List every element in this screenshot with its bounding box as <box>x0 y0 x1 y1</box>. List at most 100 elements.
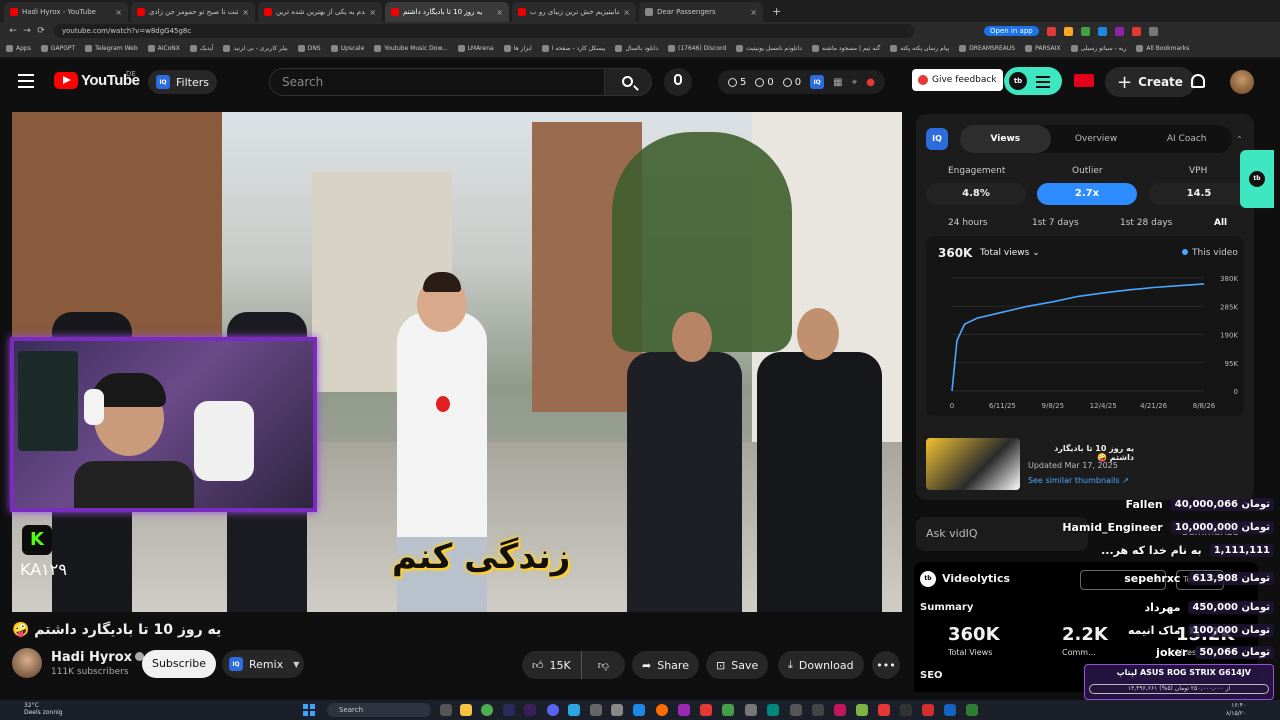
bookmark-item[interactable]: PARSAIX <box>1025 45 1061 52</box>
close-tab-icon[interactable]: × <box>623 8 630 17</box>
channel-name[interactable]: Hadi Hyrox <box>51 650 145 665</box>
browser-tab[interactable]: برای مانیتیزیم خش ترین زیبای رو ب× <box>512 2 636 22</box>
app-icon[interactable] <box>700 704 712 716</box>
app-icon[interactable] <box>944 704 956 716</box>
vidiq-quick-stats[interactable]: 5 0 0 IQ ▦ ⌖ ● <box>718 70 885 94</box>
dislike-button[interactable]: 👎︎ <box>588 651 619 679</box>
url-field[interactable]: youtube.com/watch?v=w8dgG45g8c <box>54 24 914 38</box>
save-button[interactable]: ⊡ Save <box>706 651 769 679</box>
range-24h[interactable]: 24 hours <box>948 218 988 228</box>
telegram-icon[interactable] <box>568 704 580 716</box>
close-tab-icon[interactable]: × <box>369 8 376 17</box>
bookmark-item[interactable]: بیسکل کارد - صفحه ا <box>541 45 605 52</box>
bookmark-item[interactable]: GAPGPT <box>40 45 75 52</box>
app-icon[interactable] <box>812 704 824 716</box>
tab-ai-coach[interactable]: AI Coach <box>1141 125 1232 153</box>
tab-overview[interactable]: Overview <box>1051 125 1142 153</box>
new-tab-button[interactable]: + <box>766 5 787 22</box>
hamburger-menu-icon[interactable] <box>18 74 34 88</box>
voice-search-button[interactable] <box>664 68 692 96</box>
more-actions-button[interactable]: ••• <box>872 651 900 679</box>
grid-icon[interactable]: ▦ <box>833 77 842 88</box>
share-button[interactable]: ➦ Share <box>632 651 699 679</box>
system-clock[interactable]: ۱۶:۴۰ ۸/۱۵/۲۰ <box>1226 702 1246 718</box>
range-28d[interactable]: 1st 28 days <box>1120 218 1172 228</box>
bookmark-item[interactable]: Youtube Music Dow... <box>374 45 448 52</box>
app-icon[interactable] <box>678 704 690 716</box>
bookmark-item[interactable]: LMArena <box>457 45 494 52</box>
file-explorer-icon[interactable] <box>460 704 472 716</box>
app-icon[interactable] <box>633 704 645 716</box>
after-effects-icon[interactable] <box>524 704 536 716</box>
bookmark-item[interactable]: دانلودم نامسل یونیتیت <box>736 45 802 52</box>
outlier-value[interactable]: 2.7x <box>1037 183 1137 205</box>
close-tab-icon[interactable]: × <box>115 8 122 17</box>
vidiq-filters-button[interactable]: IQ Filters <box>148 70 217 94</box>
bookmark-item[interactable]: بیلر کاربری - بی لرنید <box>223 45 288 52</box>
bookmark-item[interactable]: گنه تیم | مسجود ماشنه <box>811 45 880 52</box>
profile-icon[interactable] <box>1148 26 1158 36</box>
reload-icon[interactable]: ⟳ <box>34 26 48 36</box>
back-icon[interactable]: ← <box>6 26 20 36</box>
extension-icon[interactable] <box>1046 26 1056 36</box>
bookmark-item[interactable]: پیام رسان پکته پکته <box>890 45 949 52</box>
app-icon[interactable] <box>900 704 912 716</box>
open-in-app-button[interactable]: Open in app <box>984 26 1039 36</box>
download-button[interactable]: ⤓ Download <box>778 651 864 679</box>
extension-icon[interactable] <box>1080 26 1090 36</box>
firefox-icon[interactable] <box>656 704 668 716</box>
bookmark-item[interactable]: Telegram Web <box>85 45 138 52</box>
range-7d[interactable]: 1st 7 days <box>1032 218 1079 228</box>
chevron-up-icon[interactable]: ⌃ <box>1236 135 1243 144</box>
chrome-icon[interactable] <box>481 704 493 716</box>
all-bookmarks[interactable]: All Bookmarks <box>1136 45 1189 52</box>
browser-tab[interactable]: Dear Passengers × <box>639 2 763 22</box>
app-icon[interactable] <box>966 704 978 716</box>
engagement-value[interactable]: 4.8% <box>926 183 1026 205</box>
app-icon[interactable] <box>590 704 602 716</box>
windows-start-icon[interactable] <box>303 704 315 716</box>
extension-icon[interactable] <box>1063 26 1073 36</box>
forward-icon[interactable]: → <box>20 26 34 36</box>
tab-views[interactable]: Views <box>960 125 1051 153</box>
alert-icon[interactable]: ● <box>866 77 875 88</box>
create-button[interactable]: + Create <box>1105 67 1195 97</box>
range-all[interactable]: All <box>1214 218 1227 228</box>
close-tab-icon[interactable]: × <box>496 8 503 17</box>
app-icon[interactable] <box>611 704 623 716</box>
app-icon[interactable] <box>767 704 779 716</box>
like-button[interactable]: 👍︎ 15K <box>522 651 582 679</box>
thumbnail-preview[interactable] <box>926 438 1020 490</box>
bookmark-item[interactable]: DREAMSREAUS <box>959 45 1015 52</box>
extension-icon[interactable] <box>1114 26 1124 36</box>
app-icon[interactable] <box>722 704 734 716</box>
bookmark-item[interactable]: (17646) Discord <box>668 45 726 52</box>
photoshop-icon[interactable] <box>503 704 515 716</box>
bookmark-item[interactable]: DNS <box>297 45 321 52</box>
browser-tab[interactable]: دیدم به یکی از بهترین شده ترین × <box>258 2 382 22</box>
notifications-bell-icon[interactable] <box>1191 74 1205 88</box>
app-icon[interactable] <box>745 704 757 716</box>
vph-value[interactable]: 14.5 <box>1149 183 1249 205</box>
subscribe-button[interactable]: Subscribe <box>142 650 216 678</box>
app-icon[interactable] <box>834 704 846 716</box>
flag-icon[interactable] <box>1074 74 1094 87</box>
browser-tab[interactable]: Hadi Hyrox - YouTube × <box>4 2 128 22</box>
weather-widget[interactable]: 32°C Deels zonnig <box>24 702 63 716</box>
task-view-icon[interactable] <box>440 704 452 716</box>
browser-tab-active[interactable]: یه روز 10 تا بادیگارد داشتم × <box>385 2 509 22</box>
app-icon[interactable] <box>922 704 934 716</box>
taskbar-search[interactable]: Search <box>327 703 431 717</box>
bookmark-item[interactable]: ریه - سیاتو رسیلی <box>1070 45 1126 52</box>
bookmark-item[interactable]: ابزار ها <box>503 45 532 52</box>
browser-tab[interactable]: از شت تا صبح تو حمومر جن زادی × <box>131 2 255 22</box>
account-avatar[interactable] <box>1230 70 1254 94</box>
extension-icon[interactable] <box>1097 26 1107 36</box>
bookmark-item[interactable]: آیدیک <box>189 45 213 52</box>
search-button[interactable] <box>604 68 652 96</box>
remix-button[interactable]: IQ Remix ▼ <box>222 650 304 678</box>
channel-avatar[interactable] <box>12 648 42 678</box>
bookmark-item[interactable]: Apps <box>6 45 31 52</box>
tubebuddy-menu-button[interactable]: tb <box>1004 67 1062 95</box>
close-tab-icon[interactable]: × <box>242 8 249 17</box>
